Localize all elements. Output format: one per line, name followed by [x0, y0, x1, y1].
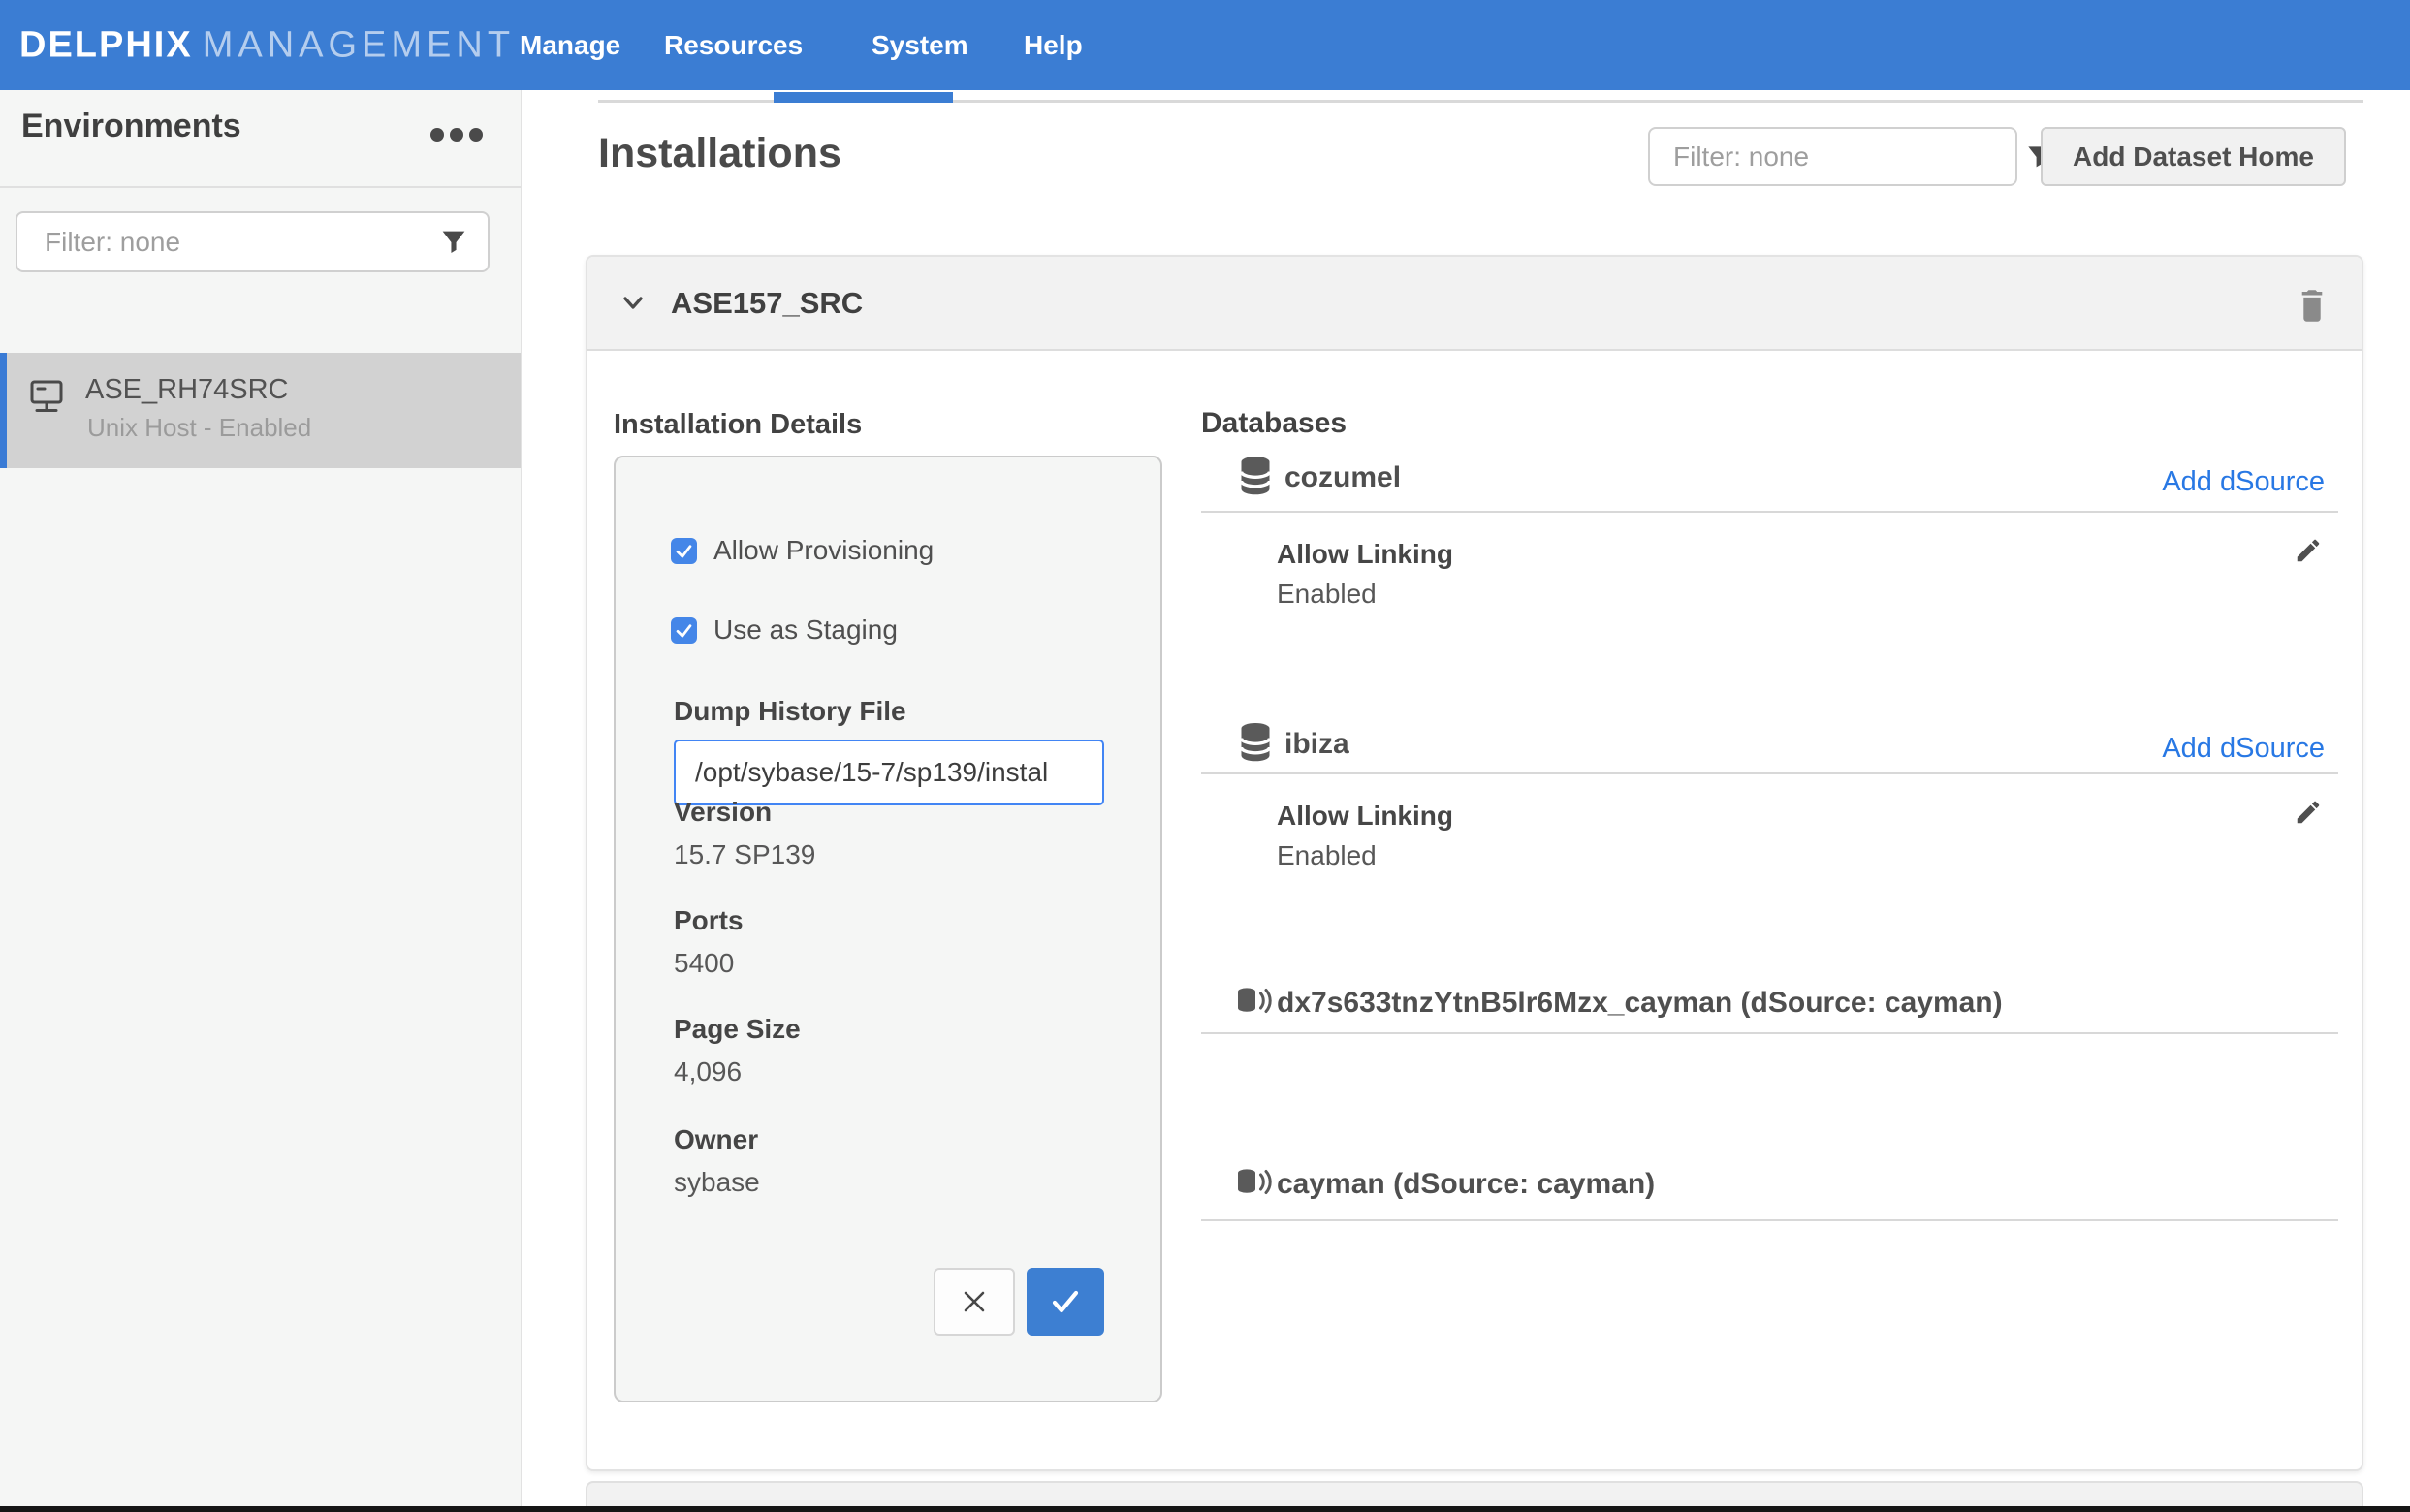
selected-accent-bar: [0, 353, 7, 468]
nav-item-resources[interactable]: Resources: [664, 30, 803, 61]
sidebar-filter-input[interactable]: [45, 227, 437, 258]
dsource-name: dx7s633tnzYtnB5lr6Mzx_cayman (dSource: c…: [1277, 987, 2003, 1020]
installation-details-panel: Allow Provisioning Use as Staging Dump H…: [614, 456, 1162, 1402]
brand-primary: DELPHIX: [19, 24, 193, 65]
add-dataset-home-button[interactable]: Add Dataset Home: [2041, 127, 2346, 186]
allow-linking-label: Allow Linking: [1277, 801, 1453, 832]
use-as-staging-label: Use as Staging: [713, 614, 898, 646]
nav-item-manage[interactable]: Manage: [520, 30, 620, 61]
dsource-name: cayman (dSource: cayman): [1277, 1168, 1655, 1201]
page-size-label: Page Size: [674, 1014, 801, 1045]
row-divider: [1201, 1032, 2338, 1034]
environment-status: Unix Host - Enabled: [87, 413, 311, 443]
dsource-database-icon: [1236, 1168, 1273, 1204]
top-nav: DELPHIXMANAGEMENT Manage Resources Syste…: [0, 0, 2410, 90]
allow-provisioning-checkbox[interactable]: [671, 538, 697, 564]
page-size-value: 4,096: [674, 1056, 742, 1087]
brand-logo: DELPHIXMANAGEMENT: [19, 24, 515, 66]
allow-provisioning-row[interactable]: Allow Provisioning: [671, 535, 934, 566]
ports-label: Ports: [674, 905, 744, 936]
sidebar-item-environment[interactable]: ASE_RH74SRC Unix Host - Enabled: [0, 353, 521, 468]
sidebar-filter: [16, 211, 490, 272]
version-value: 15.7 SP139: [674, 839, 815, 870]
cancel-button[interactable]: [934, 1268, 1015, 1336]
row-divider: [1201, 1219, 2338, 1221]
x-icon: [957, 1284, 992, 1319]
sidebar-title: Environments: [21, 108, 241, 145]
allow-linking-value: Enabled: [1277, 840, 1377, 871]
ellipsis-menu-icon[interactable]: [429, 125, 488, 148]
use-as-staging-checkbox[interactable]: [671, 617, 697, 644]
dsource-database-icon: [1236, 987, 1273, 1023]
installation-card-header[interactable]: ASE157_SRC: [587, 257, 2362, 351]
page-title: Installations: [598, 130, 841, 177]
chevron-down-icon[interactable]: [617, 289, 650, 323]
dump-history-file-label: Dump History File: [674, 696, 906, 727]
allow-provisioning-label: Allow Provisioning: [713, 535, 934, 566]
row-divider: [1201, 772, 2338, 774]
pencil-icon[interactable]: [2294, 798, 2323, 832]
databases-heading: Databases: [1201, 407, 1347, 440]
version-label: Version: [674, 797, 772, 828]
installations-filter: [1648, 127, 2017, 186]
use-as-staging-row[interactable]: Use as Staging: [671, 614, 898, 646]
allow-linking-value: Enabled: [1277, 579, 1377, 610]
add-dsource-link[interactable]: Add dSource: [2162, 733, 2325, 765]
allow-linking-label: Allow Linking: [1277, 539, 1453, 570]
add-dsource-link[interactable]: Add dSource: [2162, 466, 2325, 498]
installation-name: ASE157_SRC: [671, 286, 863, 321]
database-name: cozumel: [1284, 461, 1401, 494]
owner-label: Owner: [674, 1124, 758, 1155]
funnel-icon[interactable]: [437, 226, 470, 259]
host-monitor-icon: [29, 379, 64, 421]
installation-card: ASE157_SRC Installation Details Allow Pr…: [586, 255, 2363, 1471]
app-root: DELPHIXMANAGEMENT Manage Resources Syste…: [0, 0, 2410, 1512]
nav-item-system[interactable]: System: [872, 30, 968, 61]
dump-history-file-input[interactable]: [674, 740, 1104, 805]
active-tab-indicator: [774, 92, 953, 103]
installations-filter-input[interactable]: [1673, 142, 2023, 173]
pencil-icon[interactable]: [2294, 536, 2323, 570]
database-name: ibiza: [1284, 728, 1349, 761]
installation-details-heading: Installation Details: [614, 409, 862, 441]
brand-secondary: MANAGEMENT: [203, 24, 515, 65]
trash-icon[interactable]: [2294, 284, 2331, 330]
environments-sidebar: Environments ASE_RH74SRC Unix Host - E: [0, 90, 521, 1512]
row-divider: [1201, 511, 2338, 513]
owner-value: sybase: [674, 1167, 760, 1198]
check-icon: [1047, 1285, 1084, 1318]
sidebar-divider: [0, 186, 521, 188]
nav-item-help[interactable]: Help: [1024, 30, 1083, 61]
confirm-button[interactable]: [1027, 1268, 1104, 1336]
ports-value: 5400: [674, 948, 734, 979]
database-icon: [1240, 722, 1271, 767]
environment-name: ASE_RH74SRC: [85, 374, 289, 406]
database-icon: [1240, 456, 1271, 500]
taskbar-sliver: [0, 1506, 2410, 1512]
